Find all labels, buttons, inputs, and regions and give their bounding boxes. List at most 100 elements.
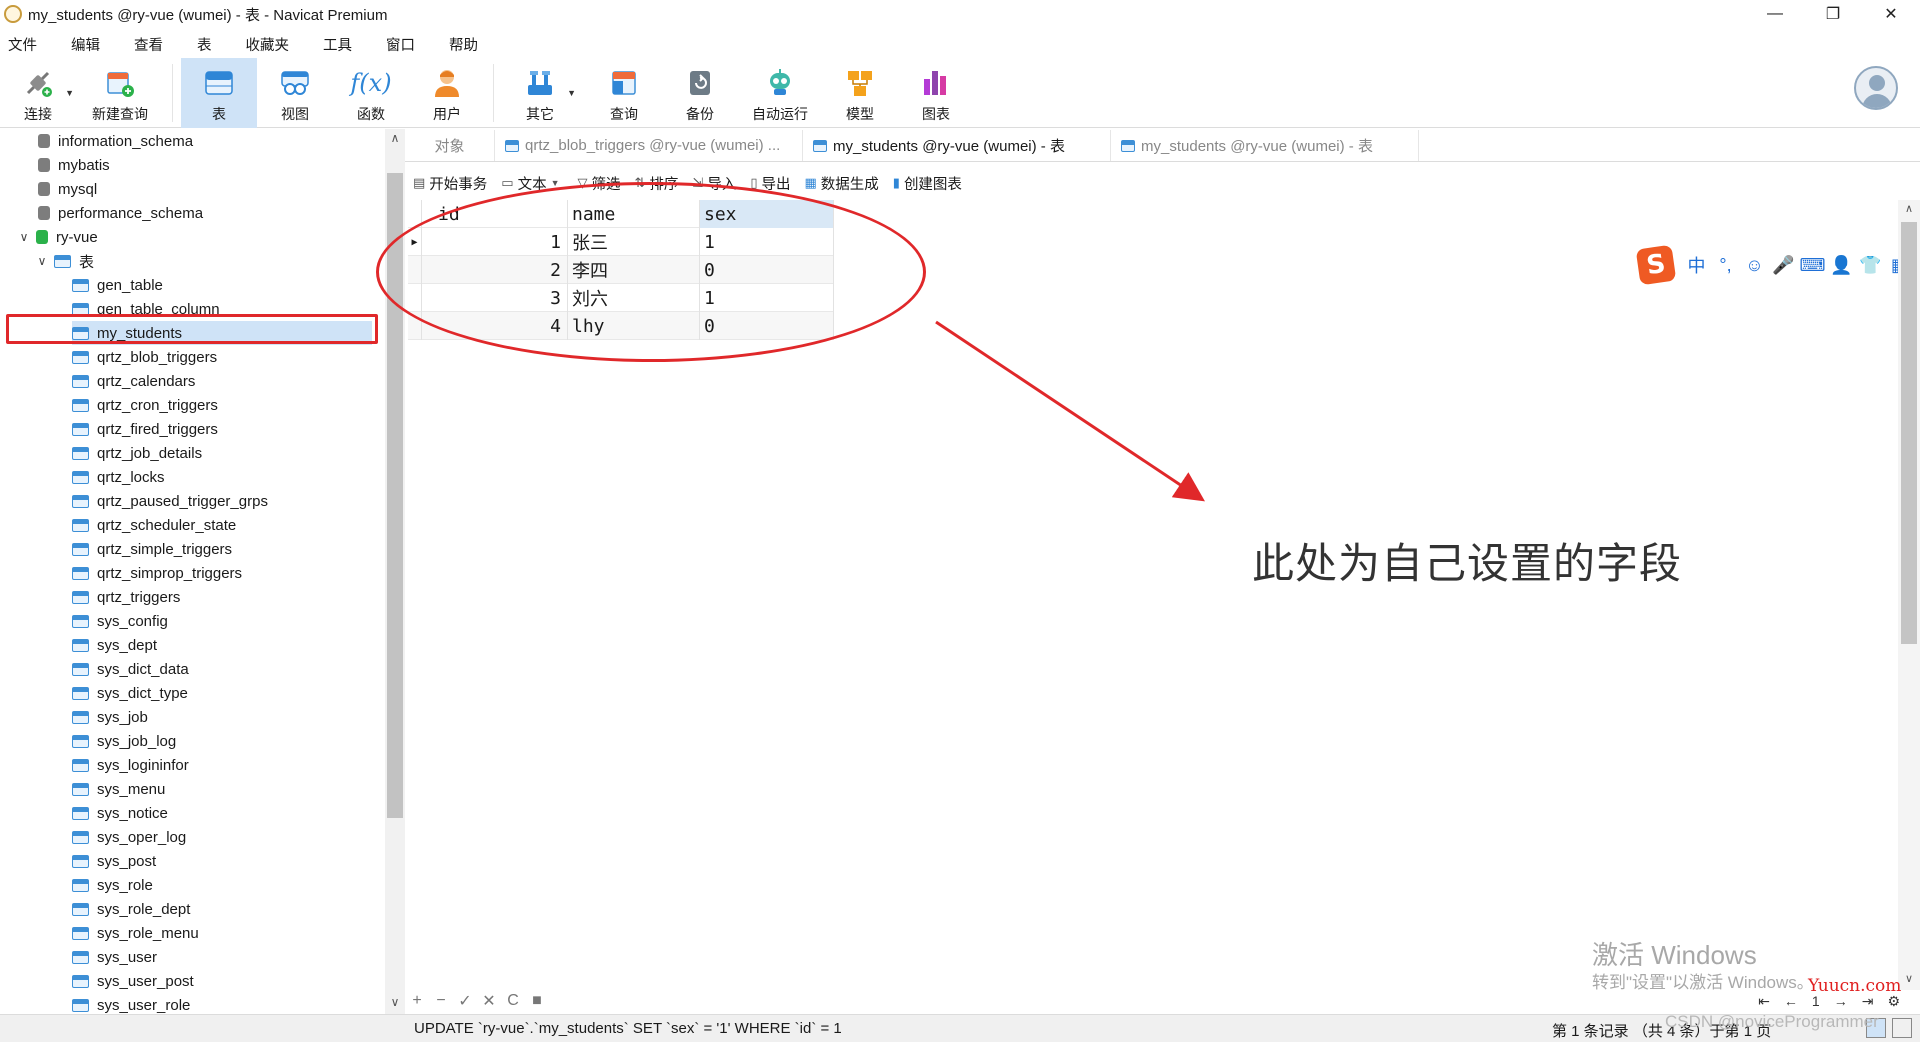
ime-chinese-mode[interactable]: 中	[1682, 252, 1711, 278]
ime-voice-icon[interactable]: 🎤	[1769, 255, 1798, 276]
next-page-icon[interactable]: →	[1834, 993, 1848, 1009]
sidebar-table-item[interactable]: sys_dict_type	[72, 681, 188, 705]
tree-db-mysql[interactable]: mysql	[38, 177, 97, 201]
create-chart-button[interactable]: ▮ 创建图表	[893, 173, 962, 194]
add-record-button[interactable]: +	[405, 992, 429, 1010]
close-button[interactable]: ✕	[1862, 0, 1920, 28]
status-sql: UPDATE `ry-vue`.`my_students` SET `sex` …	[414, 1020, 842, 1037]
first-page-icon[interactable]: ⇤	[1758, 993, 1770, 1010]
sidebar-table-item[interactable]: sys_menu	[72, 777, 165, 801]
window-controls: — ❐ ✕	[1746, 0, 1920, 28]
views-button[interactable]: 视图	[257, 58, 333, 128]
sidebar-table-item[interactable]: sys_user_post	[72, 969, 194, 993]
model-button[interactable]: 模型	[822, 58, 898, 128]
sidebar-table-item[interactable]: qrtz_locks	[72, 465, 165, 489]
sidebar-table-item[interactable]: sys_logininfor	[72, 753, 189, 777]
prev-page-icon[interactable]: ←	[1784, 993, 1798, 1009]
grid-scrollbar[interactable]: ∧ ∨	[1898, 200, 1920, 990]
sidebar-table-item[interactable]: sys_role	[72, 873, 153, 897]
scrollbar-thumb[interactable]	[1901, 222, 1917, 644]
menu-help[interactable]: 帮助	[439, 34, 488, 55]
others-button[interactable]: 其它 ▼	[502, 58, 578, 128]
menu-view[interactable]: 查看	[124, 34, 173, 55]
data-generation-button[interactable]: ▦ 数据生成	[804, 173, 878, 194]
expand-arrow-icon[interactable]: ∨	[18, 230, 30, 244]
user-avatar[interactable]	[1854, 66, 1898, 110]
scroll-up-icon[interactable]: ∧	[1898, 202, 1920, 215]
sidebar-table-item[interactable]: qrtz_job_details	[72, 441, 202, 465]
sidebar-table-item[interactable]: sys_notice	[72, 801, 168, 825]
sidebar-table-item[interactable]: qrtz_simple_triggers	[72, 537, 232, 561]
new-query-button[interactable]: 新建查询	[76, 58, 164, 128]
ime-user-icon[interactable]: 👤	[1827, 255, 1856, 276]
restore-button[interactable]: ❐	[1804, 0, 1862, 28]
form-view-icon[interactable]	[1892, 1018, 1912, 1038]
sidebar-table-item[interactable]: qrtz_scheduler_state	[72, 513, 236, 537]
sogou-logo-icon[interactable]: S	[1635, 244, 1677, 286]
sidebar-table-item[interactable]: sys_role_dept	[72, 897, 190, 921]
minimize-button[interactable]: —	[1746, 0, 1804, 28]
last-page-icon[interactable]: ⇥	[1862, 993, 1874, 1010]
sidebar-table-item[interactable]: sys_dept	[72, 633, 157, 657]
discard-changes-button[interactable]: ✕	[477, 991, 501, 1011]
sidebar-table-item[interactable]: sys_user	[72, 945, 157, 969]
tables-button[interactable]: 表	[181, 58, 257, 128]
sidebar-table-item[interactable]: sys_job_log	[72, 729, 176, 753]
expand-arrow-icon[interactable]: ∨	[36, 254, 48, 268]
sidebar-table-item[interactable]: sys_post	[72, 849, 156, 873]
apply-changes-button[interactable]: ✓	[453, 991, 477, 1011]
ime-skin-icon[interactable]: 👕	[1856, 255, 1885, 276]
tab-my-students[interactable]: my_students @ry-vue (wumei) - 表	[803, 130, 1111, 161]
delete-record-button[interactable]: −	[429, 992, 453, 1010]
tree-db-mybatis[interactable]: mybatis	[38, 153, 110, 177]
query-button[interactable]: 查询	[586, 58, 662, 128]
others-caret-icon[interactable]: ▼	[567, 88, 576, 98]
tab-my-students-design[interactable]: my_students @ry-vue (wumei) - 表	[1111, 130, 1419, 161]
menu-edit[interactable]: 编辑	[61, 34, 110, 55]
tree-db-information-schema[interactable]: information_schema	[38, 129, 193, 153]
menu-table[interactable]: 表	[187, 34, 222, 55]
sidebar-table-item[interactable]: sys_job	[72, 705, 148, 729]
sidebar-table-item[interactable]: sys_user_role	[72, 993, 190, 1014]
tree-tables-node[interactable]: ∨ 表	[36, 249, 94, 273]
sidebar-table-item[interactable]: qrtz_paused_trigger_grps	[72, 489, 268, 513]
tab-qrtz-blob-triggers[interactable]: qrtz_blob_triggers @ry-vue (wumei) ...	[495, 130, 803, 161]
menu-window[interactable]: 窗口	[376, 34, 425, 55]
ime-keyboard-icon[interactable]: ⌨	[1798, 255, 1827, 276]
sidebar-table-item[interactable]: sys_role_menu	[72, 921, 199, 945]
stop-button[interactable]: ■	[525, 992, 549, 1010]
users-button[interactable]: 用户	[409, 58, 485, 128]
functions-button[interactable]: f(x) 函数	[333, 58, 409, 128]
sidebar-table-item[interactable]: sys_config	[72, 609, 168, 633]
refresh-button[interactable]: C	[501, 992, 525, 1010]
sidebar-table-item[interactable]: sys_dict_data	[72, 657, 189, 681]
tab-objects[interactable]: 对象	[405, 130, 495, 161]
tree-db-performance-schema[interactable]: performance_schema	[38, 201, 203, 225]
sidebar-table-item[interactable]: qrtz_simprop_triggers	[72, 561, 242, 585]
begin-transaction-button[interactable]: ▤ 开始事务	[413, 173, 487, 194]
tree-item-label: sys_menu	[97, 780, 166, 798]
sidebar-table-item[interactable]: gen_table	[72, 273, 163, 297]
charts-button[interactable]: 图表	[898, 58, 974, 128]
ime-emoji-icon[interactable]: ☺	[1740, 255, 1769, 276]
settings-icon[interactable]: ⚙	[1887, 993, 1900, 1010]
ime-punctuation-icon[interactable]: °,	[1711, 255, 1740, 276]
connect-button[interactable]: 连接 ▼	[0, 58, 76, 128]
sidebar-table-item[interactable]: qrtz_cron_triggers	[72, 393, 218, 417]
tree-db-ry-vue[interactable]: ∨ ry-vue	[18, 225, 98, 249]
automation-button[interactable]: 自动运行	[738, 58, 822, 128]
backup-button[interactable]: 备份	[662, 58, 738, 128]
sidebar-table-item[interactable]: qrtz_blob_triggers	[72, 345, 217, 369]
menu-tools[interactable]: 工具	[313, 34, 362, 55]
menu-file[interactable]: 文件	[0, 34, 47, 55]
menu-favorites[interactable]: 收藏夹	[236, 34, 300, 55]
scroll-up-icon[interactable]: ∧	[385, 131, 405, 145]
sidebar-table-item[interactable]: qrtz_triggers	[72, 585, 180, 609]
page-number[interactable]: 1	[1812, 993, 1820, 1009]
connect-caret-icon[interactable]: ▼	[65, 88, 74, 98]
tree-item-label: qrtz_simple_triggers	[97, 540, 233, 558]
sidebar-table-item[interactable]: qrtz_calendars	[72, 369, 195, 393]
scroll-down-icon[interactable]: ∨	[385, 995, 405, 1009]
sidebar-table-item[interactable]: sys_oper_log	[72, 825, 186, 849]
sidebar-table-item[interactable]: qrtz_fired_triggers	[72, 417, 218, 441]
